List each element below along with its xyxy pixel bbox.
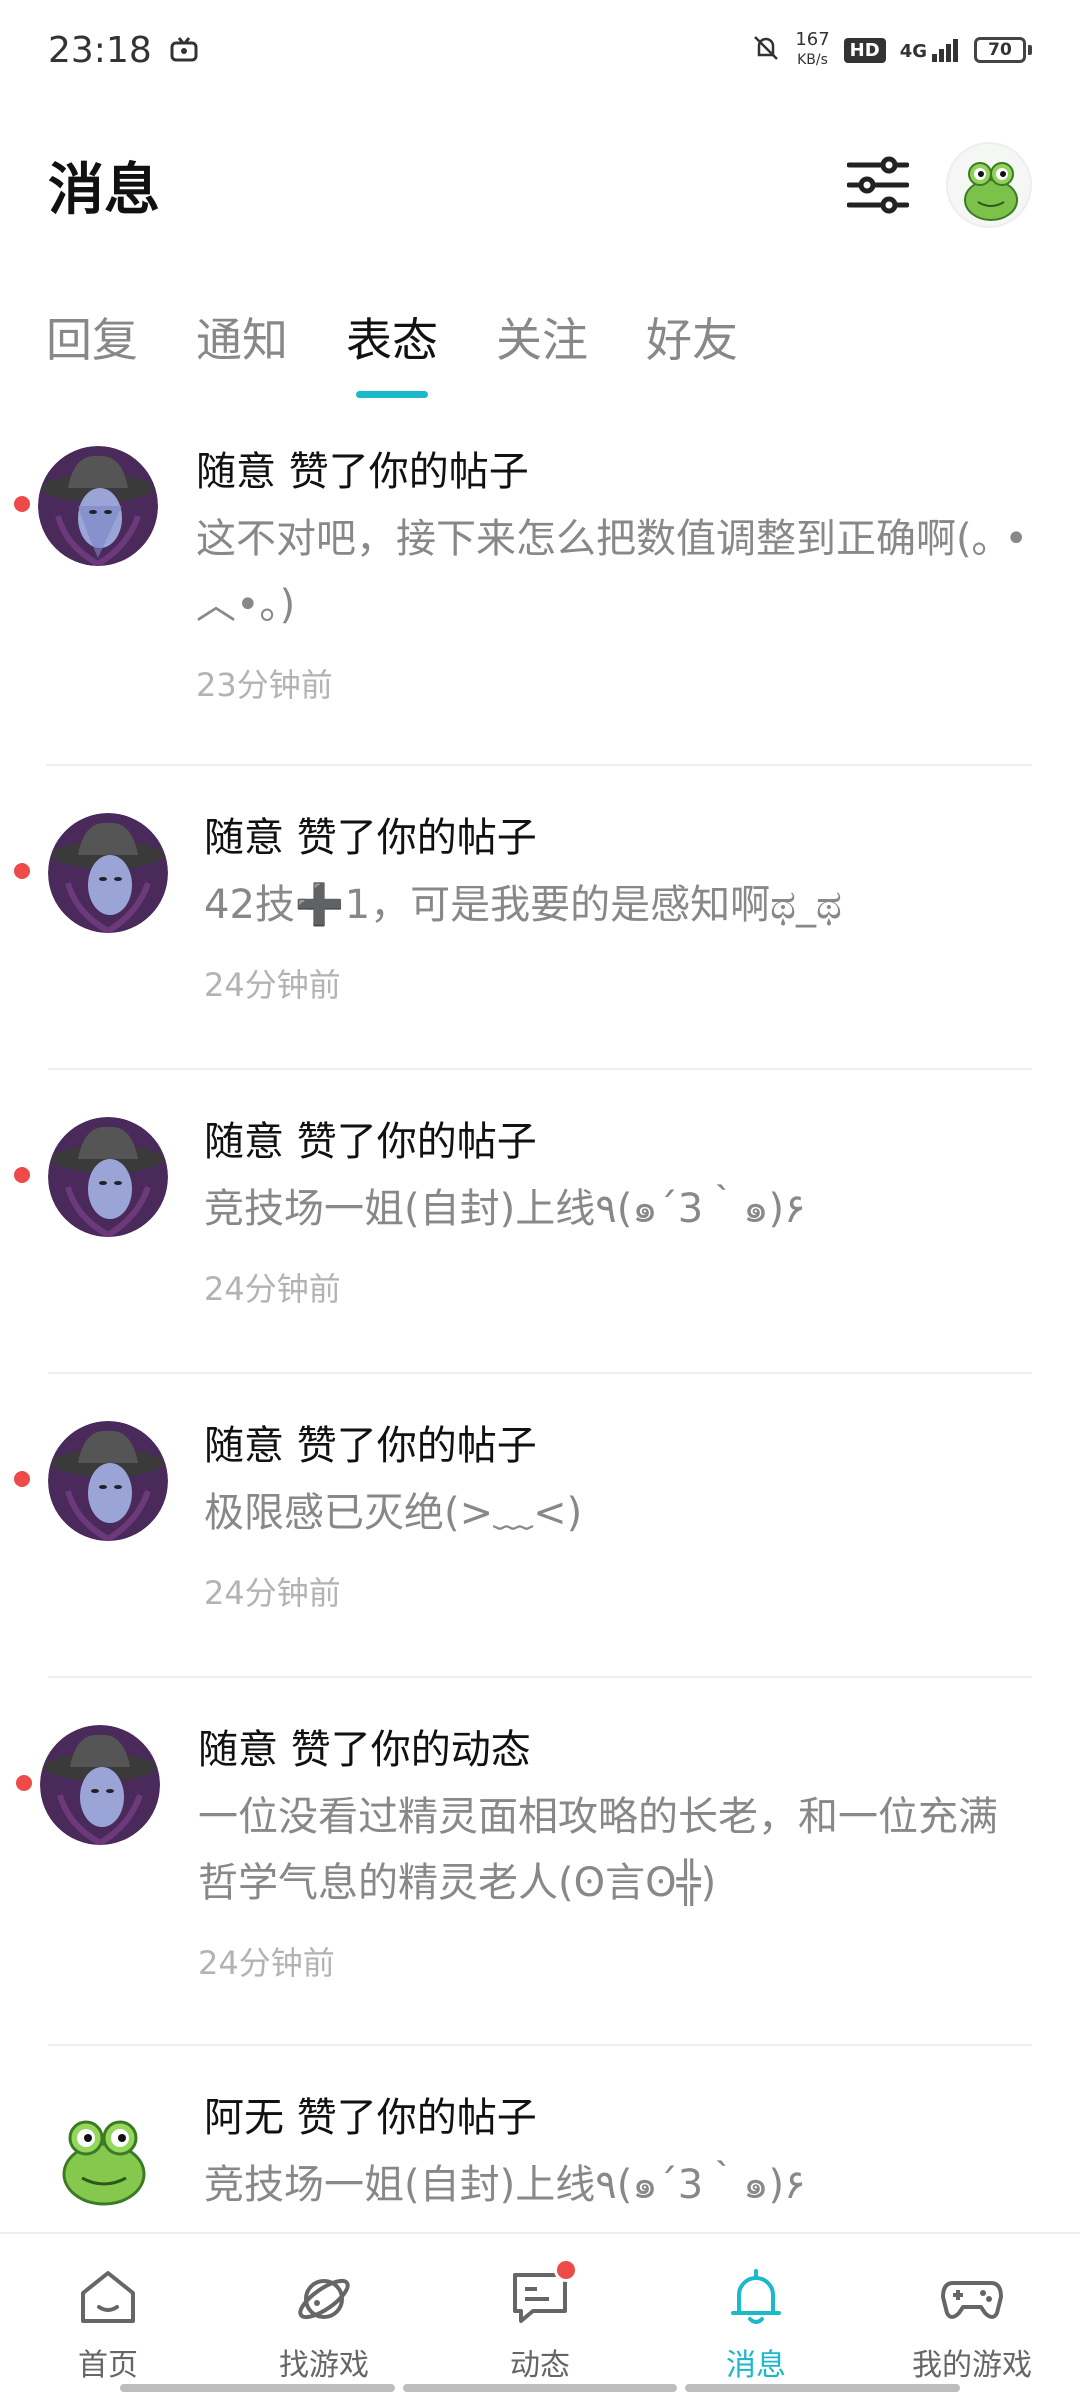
gamepad-icon xyxy=(937,2262,1007,2332)
avatar[interactable] xyxy=(40,1725,160,1845)
item-title: 阿无 赞了你的帖子 xyxy=(204,2095,537,2141)
list-item[interactable]: 随意 赞了你的帖子 这不对吧，接下来怎么把数值调整到正确啊(｡ •︿•｡) 23… xyxy=(14,420,1032,766)
item-time: 24分钟前 xyxy=(204,966,341,1004)
tab-notification[interactable]: 通知 xyxy=(196,290,288,410)
hd-badge: HD xyxy=(843,37,886,63)
item-body: 竞技场一姐(自封)上线٩(๑´3｀๑)۶ xyxy=(204,1186,806,1232)
item-body: 一位没看过精灵面相攻略的长老，和一位充满哲学气息的精灵老人(ʘ言ʘ╬) xyxy=(198,1794,998,1906)
avatar[interactable] xyxy=(48,813,168,933)
nav-feed[interactable]: 动态 xyxy=(432,2258,648,2384)
cowboy-hat-avatar-icon xyxy=(48,813,168,933)
tab-reaction[interactable]: 表态 xyxy=(346,290,438,410)
tv-icon xyxy=(170,30,198,71)
status-bar: 23:18 167 KB/s HD 4G 70 xyxy=(0,0,1080,100)
nav-home[interactable]: 首页 xyxy=(0,2262,216,2384)
nav-my-games[interactable]: 我的游戏 xyxy=(864,2262,1080,2384)
tab-follow[interactable]: 关注 xyxy=(496,290,588,410)
page-title: 消息 xyxy=(48,157,160,223)
cowboy-hat-avatar-icon xyxy=(48,1421,168,1541)
filter-button[interactable] xyxy=(846,153,910,217)
bottom-nav: 首页 找游戏 动态 消息 我的游戏 xyxy=(0,2232,1080,2400)
frog-avatar-icon xyxy=(948,144,1030,226)
battery-icon: 70 xyxy=(974,37,1032,63)
avatar[interactable] xyxy=(48,1117,168,1237)
message-list: 随意 赞了你的帖子 这不对吧，接下来怎么把数值调整到正确啊(｡ •︿•｡) 23… xyxy=(0,420,1080,2246)
list-item[interactable]: 随意 赞了你的帖子 极限感已灭绝(>﹏<) 24分钟前 xyxy=(14,1374,1032,1678)
notification-badge xyxy=(554,2258,578,2282)
signal-icon: 4G xyxy=(900,38,960,62)
bell-icon xyxy=(721,2262,791,2332)
unread-dot xyxy=(14,496,30,512)
cowboy-hat-avatar-icon xyxy=(38,446,158,566)
item-body: 极限感已灭绝(>﹏<) xyxy=(204,1490,583,1536)
user-avatar[interactable] xyxy=(946,142,1032,228)
gesture-bar xyxy=(120,2384,961,2392)
item-body: 竞技场一姐(自封)上线٩(๑´3｀๑)۶ xyxy=(204,2162,806,2208)
list-item[interactable]: 随意 赞了你的动态 一位没看过精灵面相攻略的长老，和一位充满哲学气息的精灵老人(… xyxy=(16,1678,1032,2046)
home-icon xyxy=(73,2262,143,2332)
item-title: 随意 赞了你的帖子 xyxy=(204,815,537,861)
item-body: 这不对吧，接下来怎么把数值调整到正确啊(｡ •︿•｡) xyxy=(196,516,1028,628)
cowboy-hat-avatar-icon xyxy=(48,1117,168,1237)
unread-dot xyxy=(14,1471,30,1487)
list-item[interactable]: 随意 赞了你的帖子 42技➕1，可是我要的是感知啊ಥ_ಥ 24分钟前 xyxy=(14,766,1032,1070)
avatar[interactable] xyxy=(44,2098,164,2218)
list-item[interactable]: 阿无 赞了你的帖子 竞技场一姐(自封)上线٩(๑´3｀๑)۶ xyxy=(44,2046,1032,2246)
frog-avatar-icon xyxy=(44,2098,164,2218)
avatar[interactable] xyxy=(38,446,158,566)
tab-reply[interactable]: 回复 xyxy=(46,290,138,410)
item-time: 23分钟前 xyxy=(196,666,333,704)
cowboy-hat-avatar-icon xyxy=(40,1725,160,1845)
message-tabs: 回复 通知 表态 关注 好友 xyxy=(0,290,1080,410)
item-title: 随意 赞了你的帖子 xyxy=(196,449,529,495)
item-time: 24分钟前 xyxy=(204,1270,341,1308)
item-time: 24分钟前 xyxy=(198,1944,335,1982)
mute-notification-icon xyxy=(751,33,781,68)
nav-messages[interactable]: 消息 xyxy=(648,2262,864,2384)
filter-icon xyxy=(847,156,909,214)
unread-dot xyxy=(14,863,30,879)
network-speed: 167 KB/s xyxy=(795,29,830,69)
tab-friends[interactable]: 好友 xyxy=(646,290,738,410)
item-title: 随意 赞了你的动态 xyxy=(198,1727,531,1773)
list-item[interactable]: 随意 赞了你的帖子 竞技场一姐(自封)上线٩(๑´3｀๑)۶ 24分钟前 xyxy=(14,1070,1032,1374)
item-title: 随意 赞了你的帖子 xyxy=(204,1423,537,1469)
unread-dot xyxy=(16,1775,32,1791)
planet-icon xyxy=(289,2262,359,2332)
unread-dot xyxy=(14,1167,30,1183)
page-header: 消息 xyxy=(0,130,1080,240)
status-time: 23:18 xyxy=(48,29,152,71)
avatar[interactable] xyxy=(48,1421,168,1541)
item-title: 随意 赞了你的帖子 xyxy=(204,1119,537,1165)
tab-active-indicator xyxy=(356,391,428,398)
item-body: 42技➕1，可是我要的是感知啊ಥ_ಥ xyxy=(204,882,842,928)
nav-find-games[interactable]: 找游戏 xyxy=(216,2262,432,2384)
item-time: 24分钟前 xyxy=(204,1574,341,1612)
